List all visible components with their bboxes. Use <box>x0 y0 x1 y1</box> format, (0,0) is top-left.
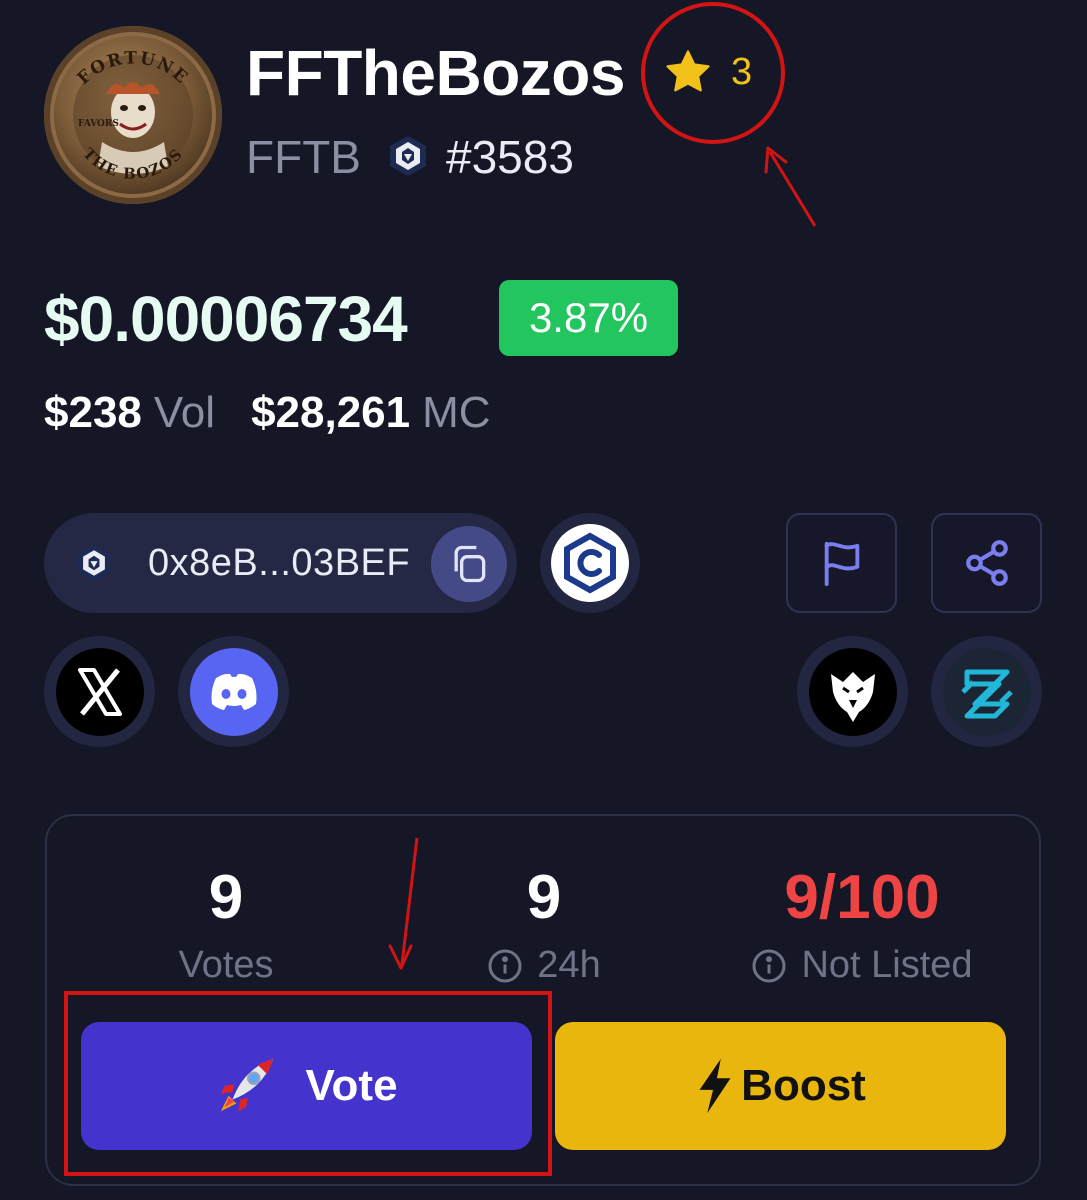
volume-value: $238 <box>44 388 142 437</box>
report-button[interactable] <box>786 513 897 613</box>
vote-button-label: Vote <box>305 1061 398 1110</box>
votes-24h-label: 24h <box>424 944 664 987</box>
votes-label-text: Votes <box>178 944 274 986</box>
listing-status-label: Not Listed <box>712 944 1012 987</box>
copy-icon <box>454 545 486 583</box>
flag-icon <box>824 541 859 586</box>
market-stats: $238 Vol $28,261 MC <box>44 388 491 438</box>
info-icon[interactable] <box>487 948 523 984</box>
eagle-link[interactable] <box>797 636 908 747</box>
cronos-explorer-icon <box>551 524 629 602</box>
annotation-arrow-favorites <box>764 146 817 227</box>
explorer-link-button[interactable] <box>540 513 640 613</box>
rocket-icon <box>221 1058 274 1112</box>
lightning-icon <box>699 1058 731 1114</box>
market-cap-value: $28,261 <box>251 388 411 437</box>
votes-24h-count: 9 <box>526 863 562 932</box>
copy-address-button[interactable] <box>431 526 507 602</box>
dex-screener-icon <box>942 647 1031 736</box>
token-logo: FORTUNE FAVORS THE BOZOS <box>44 26 222 204</box>
vote-button[interactable]: Vote <box>81 1022 532 1150</box>
token-price: $0.00006734 <box>44 283 408 355</box>
logo-text-middle: FAVORS <box>78 119 119 129</box>
cronos-chain-icon <box>77 544 111 582</box>
share-button[interactable] <box>931 513 1042 613</box>
eagle-icon <box>808 647 897 736</box>
votes-count: 9 <box>208 863 244 932</box>
discord-icon <box>189 647 278 736</box>
price-change-badge: 3.87% <box>499 280 678 356</box>
token-symbol: FFTB <box>246 131 361 183</box>
market-cap-label: MC <box>422 388 491 437</box>
share-icon <box>965 540 1008 586</box>
token-rank: #3583 <box>446 131 574 183</box>
discord-link[interactable] <box>178 636 289 747</box>
volume-label: Vol <box>153 388 216 437</box>
votes-24h-label-text: 24h <box>537 944 601 986</box>
token-name: FFTheBozos <box>246 37 625 109</box>
star-icon <box>666 50 710 92</box>
favorite-button[interactable]: 3 <box>663 48 752 96</box>
listing-progress: 9/100 <box>784 863 940 932</box>
boost-button[interactable]: Boost <box>555 1022 1006 1150</box>
cronos-chain-icon <box>390 136 426 176</box>
contract-address-pill[interactable]: 0x8eB...03BEF <box>44 513 517 613</box>
boost-button-label: Boost <box>741 1061 866 1110</box>
dexscreener-link[interactable] <box>931 636 1042 747</box>
listing-status-text: Not Listed <box>801 944 973 986</box>
contract-address: 0x8eB...03BEF <box>148 541 411 584</box>
votes-label: Votes <box>96 944 356 987</box>
info-icon[interactable] <box>751 948 787 984</box>
x-twitter-link[interactable] <box>44 636 155 747</box>
x-icon <box>55 647 144 736</box>
favorite-count: 3 <box>731 50 753 93</box>
